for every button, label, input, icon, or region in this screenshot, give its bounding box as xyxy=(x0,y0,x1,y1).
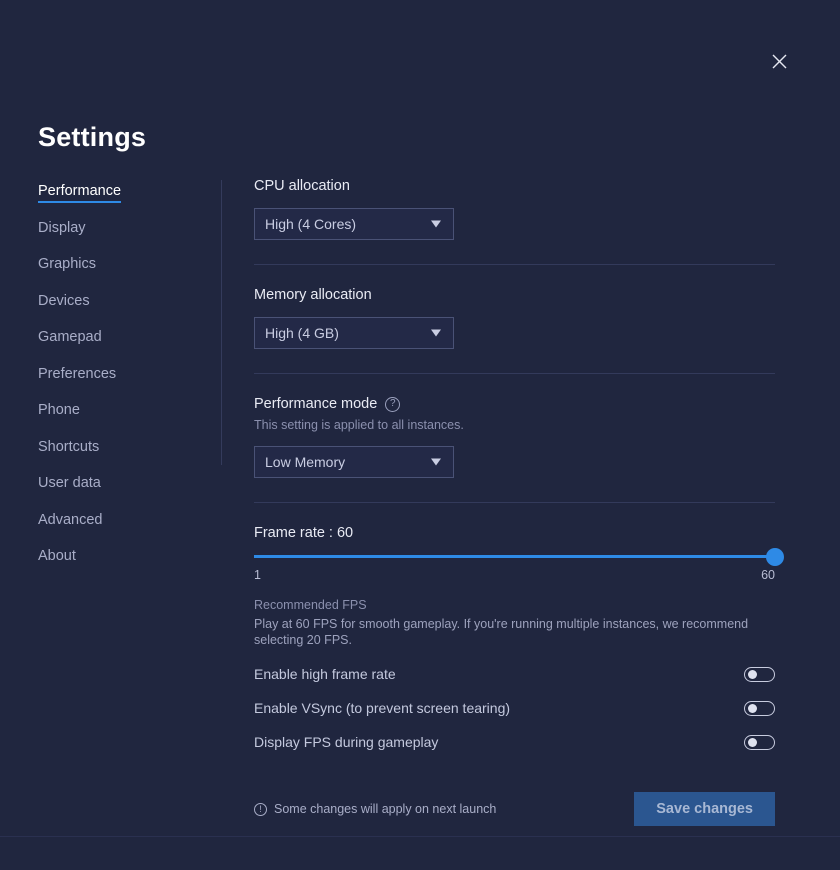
memory-allocation-select[interactable]: High (4 GB) xyxy=(254,317,454,349)
page-title: Settings xyxy=(38,122,147,152)
sidebar-item-advanced[interactable]: Advanced xyxy=(38,512,103,532)
sidebar-item-label: Display xyxy=(38,219,86,236)
sidebar-item-phone[interactable]: Phone xyxy=(38,402,80,422)
sidebar-item-label: Gamepad xyxy=(38,329,102,345)
sidebar-item-user-data[interactable]: User data xyxy=(38,475,101,495)
chevron-down-icon xyxy=(431,220,441,228)
frame-rate-scale: 1 60 xyxy=(254,568,775,582)
sidebar-item-label: Performance xyxy=(38,183,122,199)
next-launch-note: ! Some changes will apply on next launch xyxy=(254,802,496,816)
sidebar-item-devices[interactable]: Devices xyxy=(38,293,90,313)
memory-allocation-label-text: Memory allocation xyxy=(254,287,372,303)
close-icon[interactable] xyxy=(766,48,792,74)
sidebar-item-gamepad[interactable]: Gamepad xyxy=(38,329,102,349)
section-divider xyxy=(254,373,775,374)
toggle-label: Enable high frame rate xyxy=(254,666,396,682)
sidebar-item-performance[interactable]: Performance xyxy=(38,183,122,203)
sidebar-item-label: Devices xyxy=(38,292,90,309)
performance-mode-value: Low Memory xyxy=(265,454,346,470)
performance-mode-select[interactable]: Low Memory xyxy=(254,446,454,478)
sidebar-item-label: Graphics xyxy=(38,256,97,272)
sidebar-item-graphics[interactable]: Graphics xyxy=(38,256,96,276)
recommended-fps-title: Recommended FPS xyxy=(254,598,367,612)
frame-rate-max-label: 60 xyxy=(761,568,775,582)
settings-window: Settings Performance Display Graphics De… xyxy=(0,0,840,870)
frame-rate-slider[interactable]: 1 60 xyxy=(254,547,784,582)
frame-rate-min-label: 1 xyxy=(254,568,261,582)
sidebar-item-shortcuts[interactable]: Shortcuts xyxy=(38,439,99,459)
performance-mode-note: This setting is applied to all instances… xyxy=(254,418,464,432)
cpu-allocation-value: High (4 Cores) xyxy=(265,216,357,232)
performance-mode-label: Performance mode ? xyxy=(254,396,775,412)
sidebar-item-label: Shortcuts xyxy=(38,438,100,455)
toggle-label: Enable VSync (to prevent screen tearing) xyxy=(254,700,511,716)
recommended-fps-body: Play at 60 FPS for smooth gameplay. If y… xyxy=(254,617,749,647)
cpu-allocation-select[interactable]: High (4 Cores) xyxy=(254,208,454,240)
help-circle-icon[interactable]: ? xyxy=(385,396,401,412)
toggle-label: Display FPS during gameplay xyxy=(254,734,439,750)
toggle-row-display-fps: Display FPS during gameplay xyxy=(254,734,775,750)
frame-rate-label-text: Frame rate : 60 xyxy=(254,525,354,541)
toggle-display-fps[interactable] xyxy=(744,734,775,750)
sidebar-item-label: About xyxy=(38,548,76,564)
memory-allocation-label: Memory allocation xyxy=(254,287,775,303)
frame-rate-slider-thumb[interactable] xyxy=(766,547,784,566)
next-launch-note-text: Some changes will apply on next launch xyxy=(274,802,497,816)
sidebar-item-label: User data xyxy=(38,475,101,491)
cpu-allocation-label: CPU allocation xyxy=(254,178,775,194)
sidebar-item-label: Advanced xyxy=(38,511,103,528)
info-icon: ! xyxy=(254,802,267,816)
toggle-high-frame-rate[interactable] xyxy=(744,666,775,682)
section-divider xyxy=(254,264,775,265)
toggle-knob xyxy=(747,737,757,747)
toggle-row-vsync: Enable VSync (to prevent screen tearing) xyxy=(254,700,775,716)
sidebar-item-about[interactable]: About xyxy=(38,548,76,568)
memory-allocation-value: High (4 GB) xyxy=(265,325,339,341)
sidebar-item-display[interactable]: Display xyxy=(38,220,86,240)
sidebar-item-preferences[interactable]: Preferences xyxy=(38,366,116,386)
bottom-divider xyxy=(0,836,840,837)
sidebar-item-label: Phone xyxy=(38,402,80,418)
frame-rate-slider-track[interactable] xyxy=(254,547,784,566)
save-changes-button[interactable]: Save changes xyxy=(634,792,775,826)
settings-footer: ! Some changes will apply on next launch… xyxy=(254,792,775,826)
toggle-knob xyxy=(747,703,757,713)
performance-mode-label-text: Performance mode xyxy=(254,396,378,412)
frame-rate-label: Frame rate : 60 xyxy=(254,525,775,541)
sidebar-item-label: Preferences xyxy=(38,365,117,382)
sidebar-divider xyxy=(221,180,222,465)
section-divider xyxy=(254,502,775,503)
toggle-vsync[interactable] xyxy=(744,700,775,716)
toggle-knob xyxy=(747,669,757,679)
settings-sidebar: Performance Display Graphics Devices Gam… xyxy=(38,183,203,585)
settings-content: CPU allocation High (4 Cores) Memory all… xyxy=(254,178,784,826)
toggle-row-high-frame-rate: Enable high frame rate xyxy=(254,666,775,682)
chevron-down-icon xyxy=(431,329,441,337)
cpu-allocation-label-text: CPU allocation xyxy=(254,178,350,194)
chevron-down-icon xyxy=(431,458,441,466)
